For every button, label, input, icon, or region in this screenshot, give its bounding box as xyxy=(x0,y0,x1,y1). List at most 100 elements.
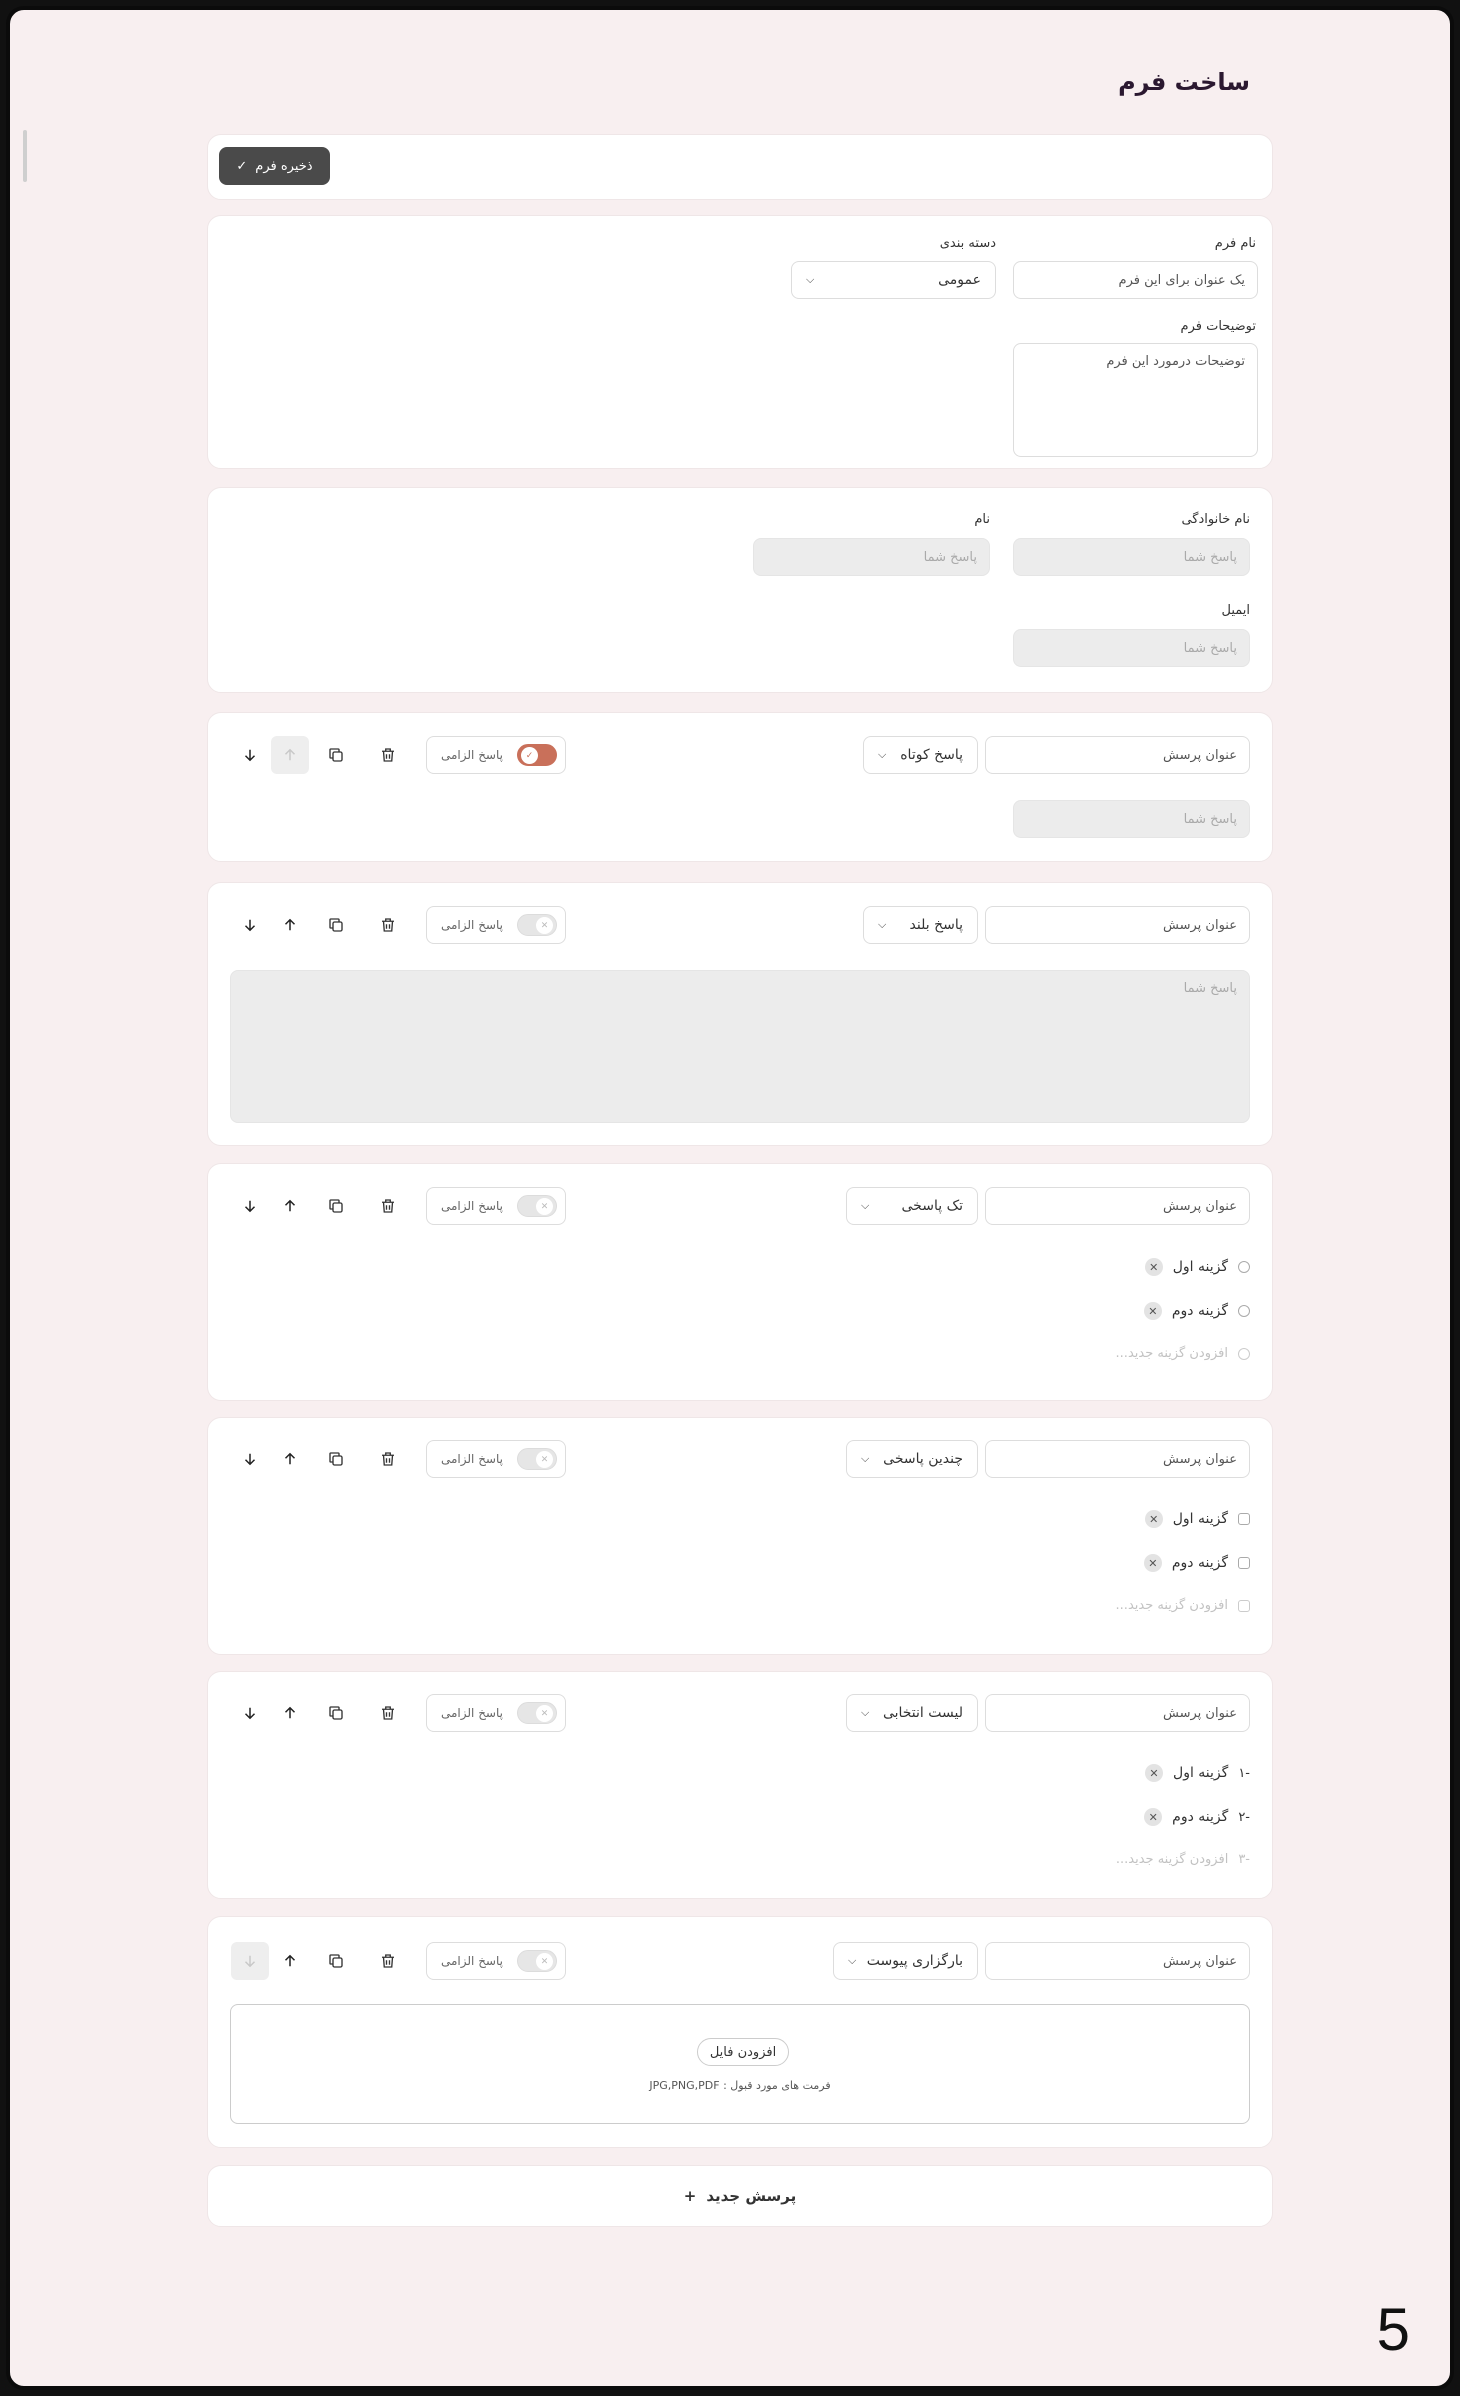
required-toggle[interactable]: ✓ پاسخ الزامی xyxy=(426,736,566,774)
radio-icon xyxy=(1238,1305,1250,1317)
delete-button[interactable] xyxy=(369,1694,407,1732)
short-answer-preview: پاسخ شما xyxy=(1013,800,1250,838)
duplicate-button[interactable] xyxy=(317,1187,355,1225)
close-icon[interactable]: ✕ xyxy=(1144,1258,1163,1276)
move-up-button[interactable] xyxy=(271,736,309,774)
arrow-down-icon xyxy=(244,919,256,932)
move-up-button[interactable] xyxy=(271,906,309,944)
required-switch[interactable]: ✕ xyxy=(517,1702,557,1724)
question-type-value: تک پاسخی xyxy=(901,1198,963,1214)
question-card-long: عنوان پرسش پاسخ بلند ⌵ ✕ پاسخ الزامی پاس… xyxy=(207,882,1273,1146)
question-type-select[interactable]: لیست انتخابی ⌵ xyxy=(846,1694,978,1732)
option-label[interactable]: گزینه دوم xyxy=(1172,1555,1228,1571)
required-toggle[interactable]: ✕ پاسخ الزامی xyxy=(426,1942,566,1980)
option-label[interactable]: گزینه اول xyxy=(1173,1765,1228,1781)
question-type-value: بارگزاری پیوست xyxy=(866,1953,963,1969)
email-input[interactable]: پاسخ شما xyxy=(1013,629,1250,667)
long-answer-preview: پاسخ شما xyxy=(230,970,1250,1123)
close-icon: ✕ xyxy=(536,1953,553,1970)
option-label[interactable]: گزینه اول xyxy=(1173,1259,1228,1275)
upload-dropzone[interactable]: افزودن فایل فرمت های مورد قبول : JPG,PNG… xyxy=(230,2004,1250,2124)
arrow-up-icon xyxy=(284,1706,296,1719)
option-number: -۲ xyxy=(1238,1809,1250,1825)
move-down-button[interactable] xyxy=(231,1942,269,1980)
add-option[interactable]: -۳ افزودن گزینه جدید... xyxy=(1116,1852,1250,1867)
question-title-input[interactable]: عنوان پرسش xyxy=(985,1187,1250,1225)
form-description-textarea[interactable]: توضیحات درمورد این فرم xyxy=(1013,343,1258,457)
checkbox-icon xyxy=(1238,1599,1250,1612)
question-type-value: لیست انتخابی xyxy=(882,1705,963,1721)
add-file-button[interactable]: افزودن فایل xyxy=(697,2038,789,2066)
duplicate-button[interactable] xyxy=(317,906,355,944)
question-type-select[interactable]: چندین پاسخی ⌵ xyxy=(846,1440,978,1478)
required-toggle[interactable]: ✕ پاسخ الزامی xyxy=(426,906,566,944)
move-up-button[interactable] xyxy=(271,1440,309,1478)
duplicate-button[interactable] xyxy=(317,736,355,774)
delete-button[interactable] xyxy=(369,736,407,774)
delete-button[interactable] xyxy=(369,1440,407,1478)
move-down-button[interactable] xyxy=(231,1187,269,1225)
copy-icon xyxy=(329,918,343,932)
close-icon[interactable]: ✕ xyxy=(1143,1554,1162,1572)
category-label: دسته بندی xyxy=(939,236,996,251)
first-name-input[interactable]: پاسخ شما xyxy=(753,538,990,576)
question-title-input[interactable]: عنوان پرسش xyxy=(985,1694,1250,1732)
required-label: پاسخ الزامی xyxy=(441,918,503,932)
option-label[interactable]: گزینه اول xyxy=(1173,1511,1228,1527)
required-switch[interactable]: ✓ xyxy=(517,744,557,766)
duplicate-button[interactable] xyxy=(317,1942,355,1980)
question-type-select[interactable]: پاسخ کوتاه ⌵ xyxy=(863,736,978,774)
delete-button[interactable] xyxy=(369,1942,407,1980)
close-icon[interactable]: ✕ xyxy=(1144,1510,1163,1528)
delete-button[interactable] xyxy=(369,906,407,944)
move-up-button[interactable] xyxy=(271,1942,309,1980)
question-type-select[interactable]: پاسخ بلند ⌵ xyxy=(863,906,978,944)
option-item: گزینه دوم ✕ xyxy=(1143,1302,1250,1320)
checkbox-icon xyxy=(1238,1513,1250,1525)
save-form-button[interactable]: ذخیره فرم ✓ xyxy=(219,147,330,185)
question-type-select[interactable]: تک پاسخی ⌵ xyxy=(846,1187,978,1225)
required-switch[interactable]: ✕ xyxy=(517,914,557,936)
question-title-input[interactable]: عنوان پرسش xyxy=(985,906,1250,944)
category-select[interactable]: عمومی ⌵ xyxy=(791,261,996,299)
move-down-button[interactable] xyxy=(231,1694,269,1732)
chevron-down-icon: ⌵ xyxy=(861,1199,870,1212)
question-title-input[interactable]: عنوان پرسش xyxy=(985,1942,1250,1980)
form-name-input[interactable]: یک عنوان برای این فرم xyxy=(1013,261,1258,299)
close-icon[interactable]: ✕ xyxy=(1144,1808,1163,1826)
option-label[interactable]: گزینه دوم xyxy=(1172,1303,1228,1319)
delete-button[interactable] xyxy=(369,1187,407,1225)
required-switch[interactable]: ✕ xyxy=(517,1195,557,1217)
option-item: گزینه اول ✕ xyxy=(1144,1510,1250,1528)
close-icon[interactable]: ✕ xyxy=(1143,1302,1162,1320)
required-toggle[interactable]: ✕ پاسخ الزامی xyxy=(426,1187,566,1225)
move-up-button[interactable] xyxy=(271,1187,309,1225)
add-option[interactable]: افزودن گزینه جدید... xyxy=(1116,1598,1250,1613)
option-item: گزینه دوم ✕ xyxy=(1143,1554,1250,1572)
question-type-select[interactable]: بارگزاری پیوست ⌵ xyxy=(833,1942,978,1980)
add-question-button[interactable]: پرسش جدید + xyxy=(207,2165,1273,2227)
form-description-placeholder: توضیحات درمورد این فرم xyxy=(1106,354,1245,369)
duplicate-button[interactable] xyxy=(317,1694,355,1732)
required-toggle[interactable]: ✕ پاسخ الزامی xyxy=(426,1694,566,1732)
scrollbar[interactable] xyxy=(23,130,27,182)
required-toggle[interactable]: ✕ پاسخ الزامی xyxy=(426,1440,566,1478)
form-name-label: نام فرم xyxy=(1214,236,1256,251)
question-title-placeholder: عنوان پرسش xyxy=(1163,1705,1237,1721)
required-switch[interactable]: ✕ xyxy=(517,1448,557,1470)
add-option[interactable]: افزودن گزینه جدید... xyxy=(1116,1346,1250,1361)
move-up-button[interactable] xyxy=(271,1694,309,1732)
question-title-input[interactable]: عنوان پرسش xyxy=(985,736,1250,774)
required-switch[interactable]: ✕ xyxy=(517,1950,557,1972)
option-label[interactable]: گزینه دوم xyxy=(1172,1809,1228,1825)
move-down-button[interactable] xyxy=(231,906,269,944)
duplicate-button[interactable] xyxy=(317,1440,355,1478)
trash-icon xyxy=(382,1954,394,1968)
move-down-button[interactable] xyxy=(231,736,269,774)
form-info-card: نام فرم یک عنوان برای این فرم دسته بندی … xyxy=(207,215,1273,469)
question-title-input[interactable]: عنوان پرسش xyxy=(985,1440,1250,1478)
move-down-button[interactable] xyxy=(231,1440,269,1478)
add-file-label: افزودن فایل xyxy=(709,2044,777,2060)
last-name-input[interactable]: پاسخ شما xyxy=(1013,538,1250,576)
close-icon[interactable]: ✕ xyxy=(1145,1764,1164,1782)
